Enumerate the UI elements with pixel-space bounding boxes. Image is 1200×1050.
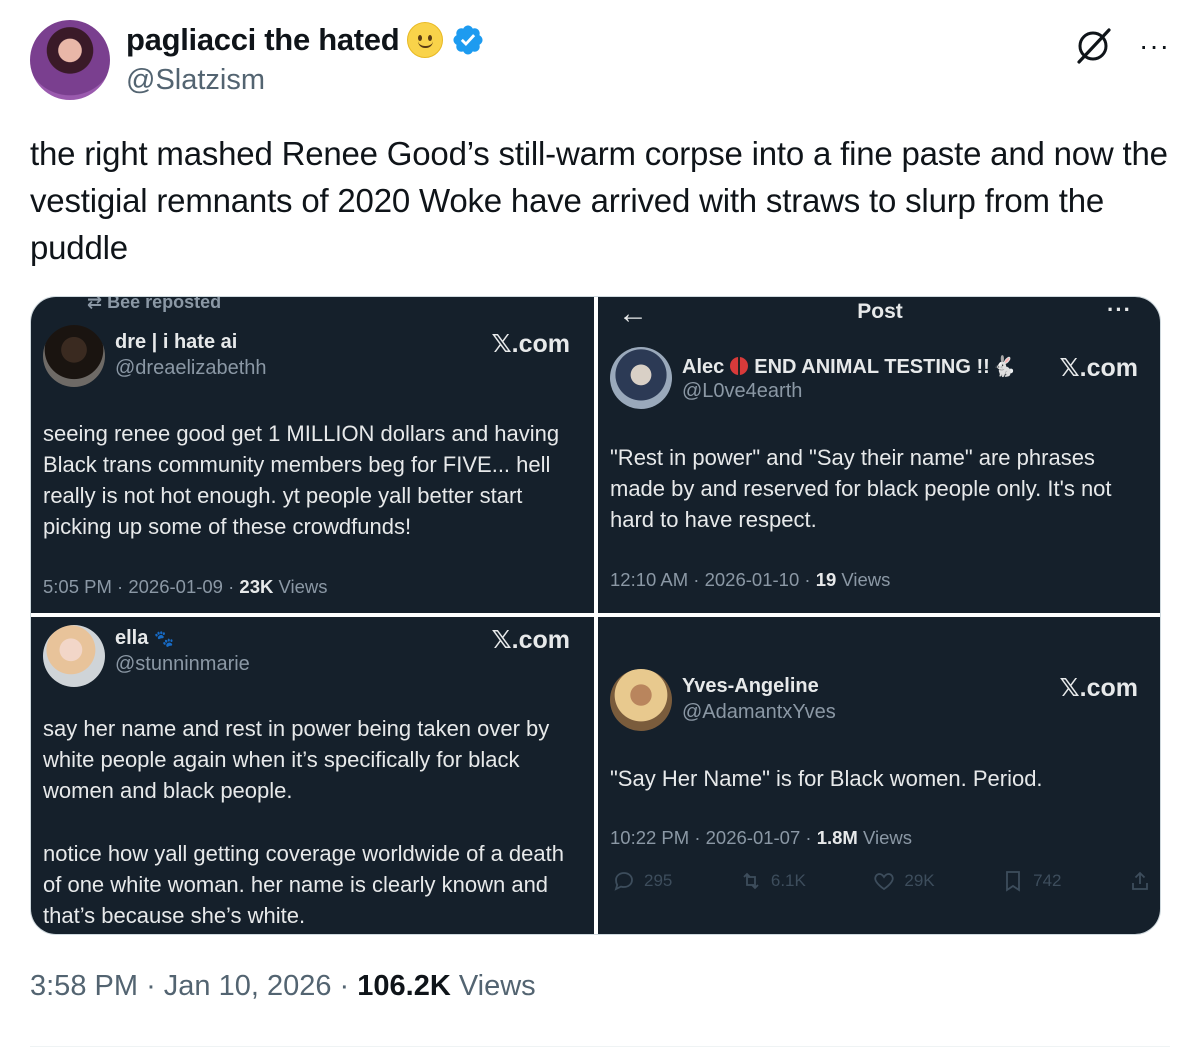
reply-count: 295 [644, 871, 673, 890]
x-logo-icon: 𝕏.com [1059, 674, 1139, 702]
embedded-text: "Say Her Name" is for Black women. Perio… [610, 766, 1043, 791]
smile-emoji-icon [407, 22, 444, 58]
repost-icon [743, 872, 759, 890]
divider [30, 1046, 1170, 1047]
author-avatar[interactable] [30, 20, 110, 100]
embedded-name: Alec END ANIMAL TESTING !! 🐇 [682, 354, 1017, 379]
embedded-meta: 10:22 PM · 2026-01-07 · 1.8M Views [610, 827, 912, 849]
embedded-action-bar: 295 6.1K 29K 742 [612, 869, 1152, 893]
separator-dot: · [146, 970, 164, 1002]
repost-icon: ⇄ [87, 297, 108, 312]
author-handle[interactable]: @Slatzism [126, 64, 265, 97]
ladybug-emoji-icon [730, 357, 749, 375]
embedded-views-count: 23K [239, 576, 274, 597]
tweet-timestamp-row: 3:58 PM · Jan 10, 2026 · 106.2K Views [30, 970, 536, 1003]
media-panel-4[interactable]: Yves-Angeline @AdamantxYves 𝕏.com "Say H… [598, 617, 1160, 934]
tweet-text: the right mashed Renee Good’s still-warm… [30, 135, 1168, 266]
embedded-avatar [610, 347, 672, 409]
paw-prints-emoji-icon: 🐾 [154, 631, 175, 648]
reply-icon [614, 872, 633, 891]
embedded-reply: 295 [612, 869, 672, 893]
embedded-repost: 6.1K [739, 869, 806, 893]
tweet-time[interactable]: 3:58 PM [30, 970, 138, 1002]
more-options-icon[interactable]: ··· [1139, 32, 1170, 60]
embedded-name: dre | i hate ai [115, 331, 238, 353]
embedded-meta: 12:10 AM · 2026-01-10 · 19 Views [610, 569, 890, 591]
heart-icon [874, 873, 894, 891]
author-display-name[interactable]: pagliacci the hated [126, 22, 400, 58]
rabbit-emoji-icon: 🐇 [991, 356, 1017, 378]
bookmark-count: 742 [1033, 871, 1062, 890]
share-icon [1132, 871, 1148, 890]
embedded-timestamp: 5:05 PM · 2026-01-09 · [43, 576, 240, 597]
tweet-header: pagliacci the hated @Slatzism ··· [30, 20, 1170, 104]
embedded-share [1128, 869, 1152, 893]
embedded-avatar [610, 669, 672, 731]
embedded-bookmark: 742 [1001, 869, 1061, 893]
media-panel-3[interactable]: ella 🐾 @stunninmarie 𝕏.com say her name a… [31, 617, 594, 934]
embedded-text: "Rest in power" and "Say their name" are… [610, 445, 1112, 532]
embedded-handle: @AdamantxYves [682, 701, 836, 723]
separator-dot: · [339, 970, 358, 1002]
tweet-media-grid[interactable]: ⇄ Bee reposted dre | i hate ai @dreaeliz… [30, 296, 1161, 935]
embedded-views-label: Views [857, 827, 912, 848]
embedded-views-count: 1.8M [816, 827, 858, 848]
repost-label-text: Bee reposted [107, 297, 222, 312]
more-options-icon: ··· [1107, 297, 1132, 322]
embedded-views-label: Views [273, 576, 328, 597]
grok-slash-icon[interactable] [1071, 24, 1115, 68]
like-count: 29K [904, 871, 935, 890]
x-logo-icon: 𝕏.com [491, 330, 571, 358]
repost-label: ⇄ Bee reposted [87, 297, 221, 313]
embedded-name-text: ella [115, 627, 149, 649]
x-logo-icon: 𝕏.com [491, 626, 571, 654]
embedded-views-label: Views [836, 569, 891, 590]
embedded-handle: @L0ve4earth [682, 380, 803, 402]
embedded-text-2: notice how yall getting coverage worldwi… [43, 841, 564, 928]
embedded-name-part-1: Alec [682, 356, 725, 378]
embedded-text: seeing renee good get 1 MILLION dollars … [43, 421, 560, 539]
embedded-avatar [43, 325, 105, 387]
embedded-name-part-2: END ANIMAL TESTING !! [754, 356, 990, 378]
embedded-avatar [43, 625, 105, 687]
author-name-row: pagliacci the hated [126, 22, 485, 58]
media-panel-1[interactable]: ⇄ Bee reposted dre | i hate ai @dreaeliz… [31, 297, 594, 613]
repost-count: 6.1K [770, 871, 806, 890]
x-logo-icon: 𝕏.com [1059, 354, 1139, 382]
embedded-timestamp: 10:22 PM · 2026-01-07 · [610, 827, 817, 848]
embedded-views-count: 19 [815, 569, 837, 590]
tweet-views-count: 106.2K [357, 970, 451, 1002]
tweet-date[interactable]: Jan 10, 2026 [164, 970, 332, 1002]
tweet-views-label-text: Views [458, 970, 536, 1002]
embedded-meta: 5:05 PM · 2026-01-09 · 23K Views [43, 576, 328, 598]
embedded-name: ella 🐾 [115, 627, 174, 650]
verified-badge-icon[interactable] [451, 23, 485, 57]
embedded-name: Yves-Angeline [682, 675, 819, 697]
embedded-handle: @dreaelizabethh [115, 357, 267, 379]
embedded-text: say her name and rest in power being tak… [43, 716, 550, 803]
media-panel-2[interactable]: ← Post ··· Alec END ANIMAL TESTING !! 🐇 @L… [598, 297, 1160, 613]
bookmark-icon [1006, 871, 1021, 892]
tweet-top-actions: ··· [1071, 24, 1170, 68]
embedded-handle: @stunninmarie [115, 653, 250, 675]
embedded-timestamp: 12:10 AM · 2026-01-10 · [610, 569, 816, 590]
embedded-like: 29K [872, 869, 935, 893]
post-header-title: Post [857, 300, 903, 323]
